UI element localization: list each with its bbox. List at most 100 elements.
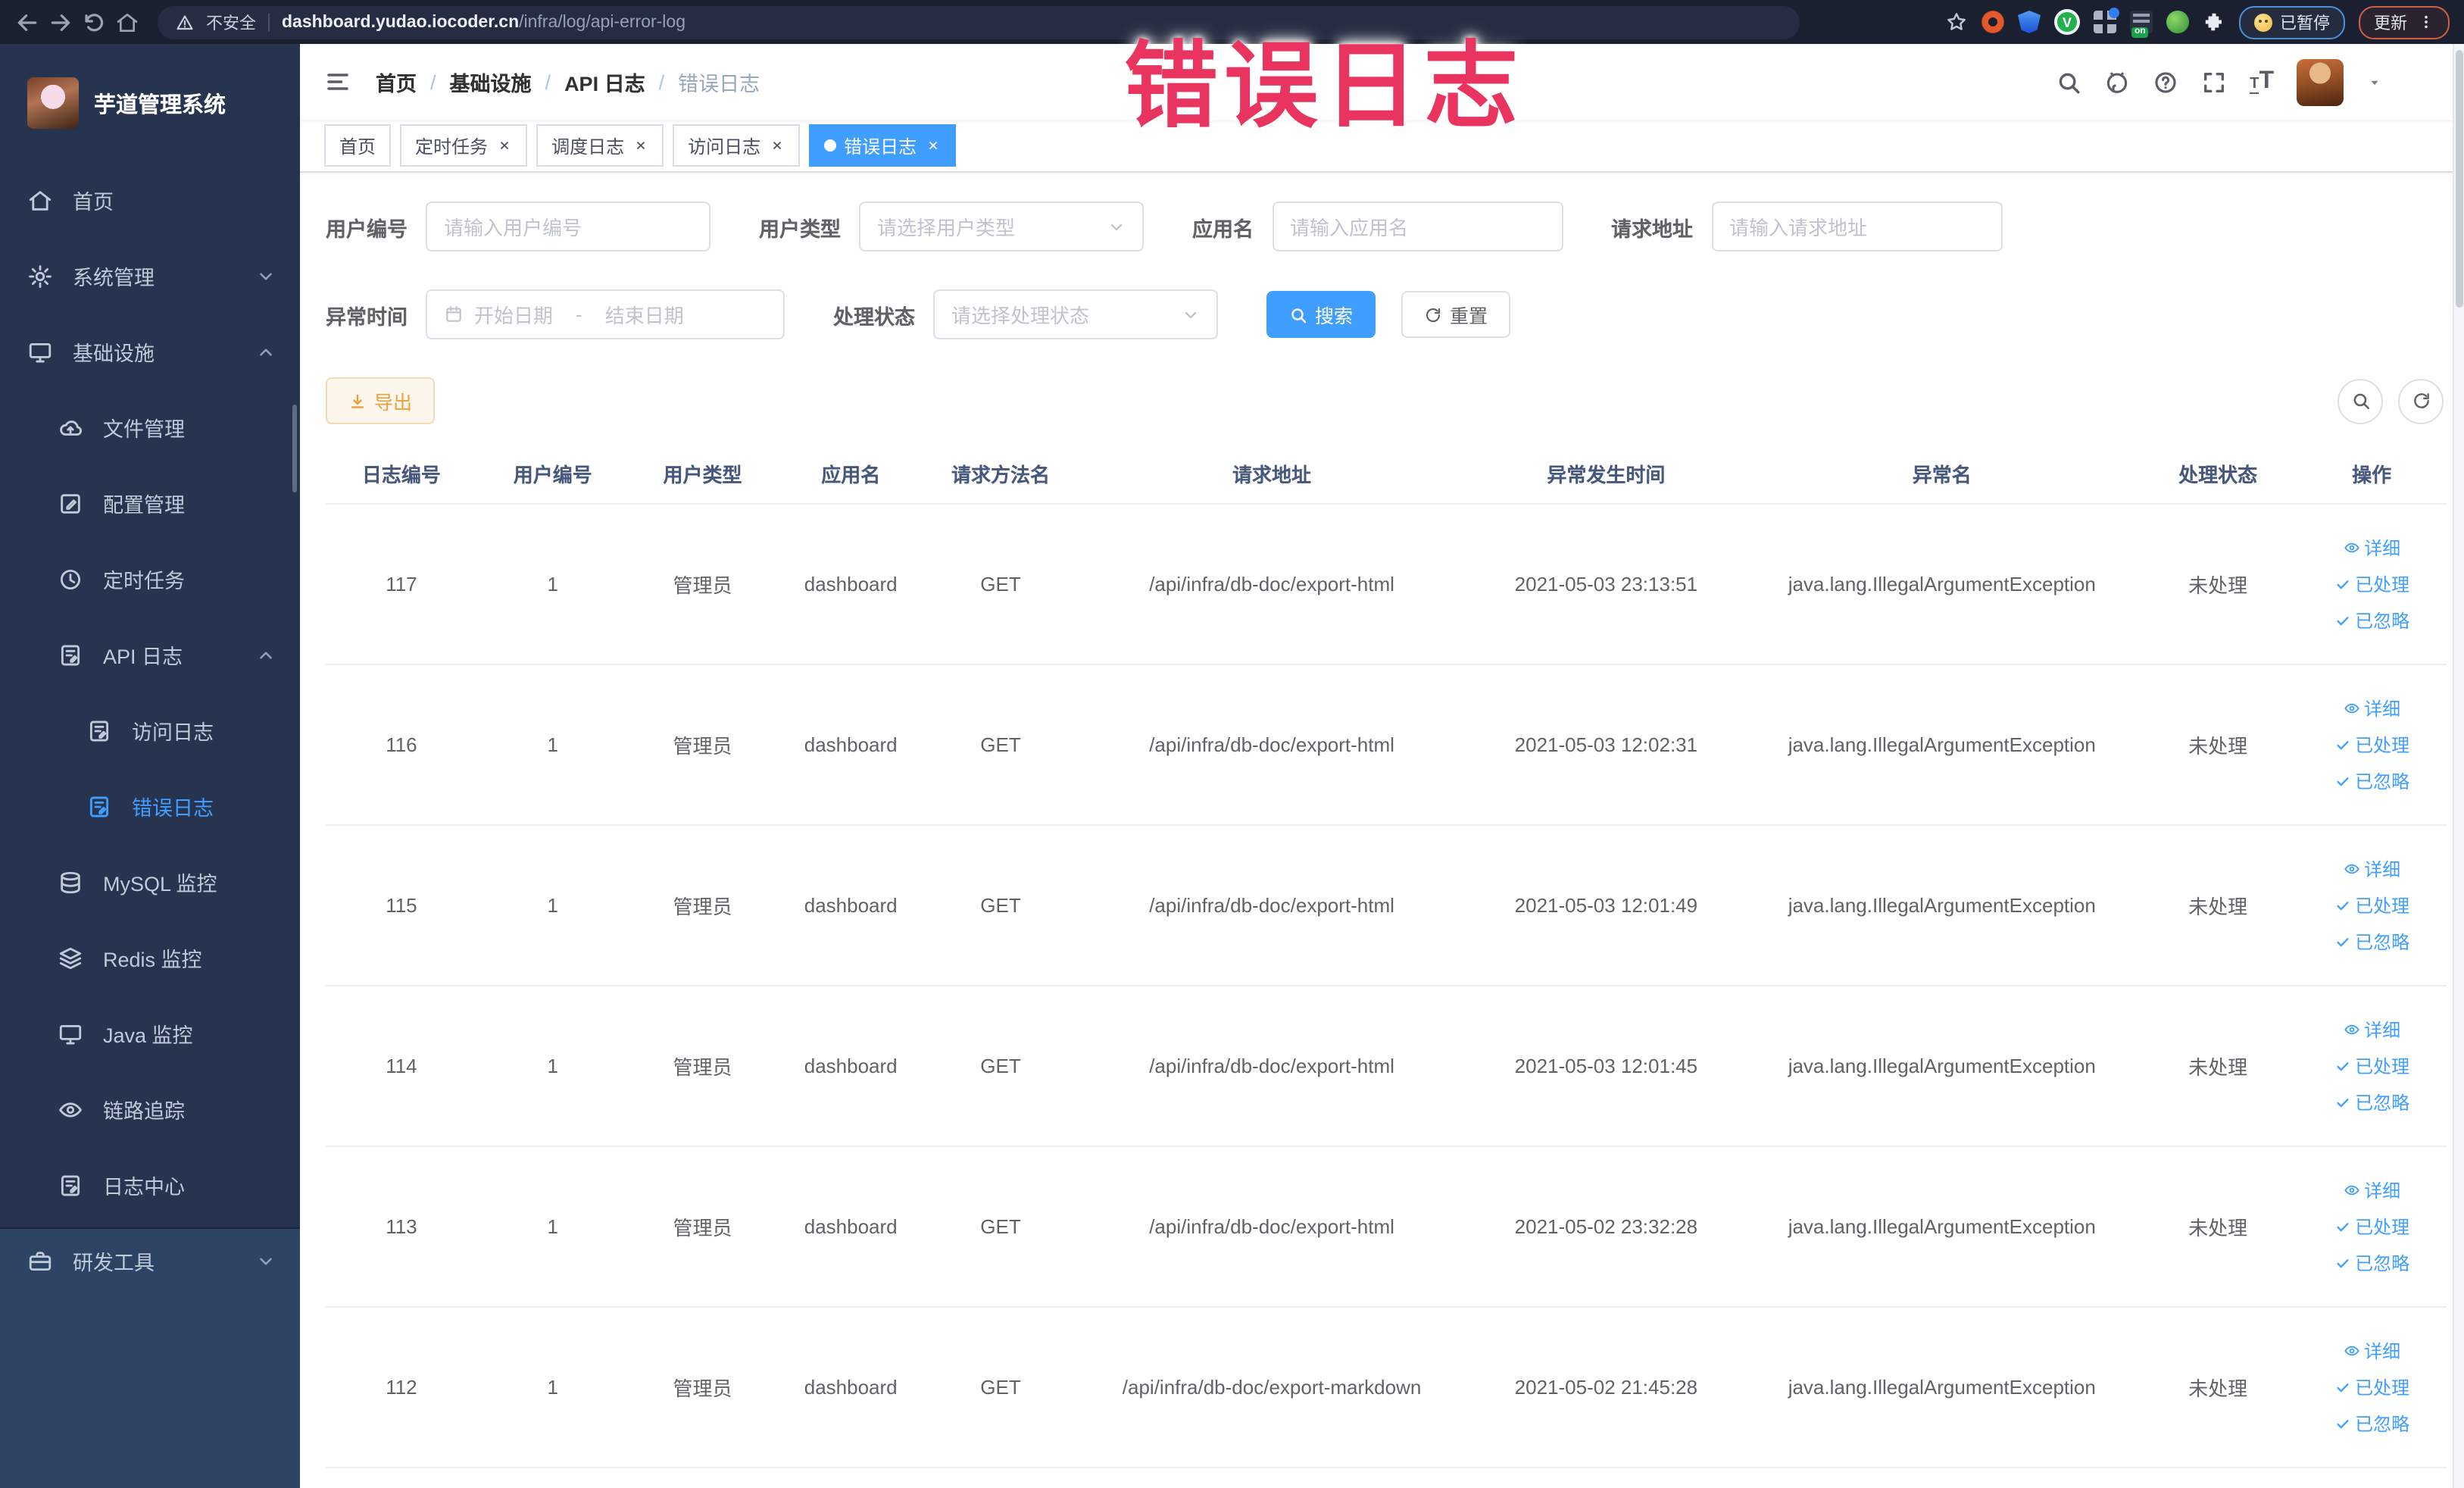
action-processed-link[interactable]: 已处理 bbox=[2334, 892, 2409, 918]
action-detail-link[interactable]: 详细 bbox=[2343, 535, 2400, 561]
sidebar-item-文件管理[interactable]: 文件管理 bbox=[0, 389, 300, 465]
app-name-input[interactable]: 请输入应用名 bbox=[1272, 202, 1563, 252]
user-id-input[interactable]: 请输入用户编号 bbox=[426, 202, 710, 252]
refresh-icon bbox=[2411, 391, 2431, 411]
font-size-icon[interactable]: TT bbox=[2250, 69, 2274, 94]
log-id-cell: 113 bbox=[326, 1146, 477, 1308]
extension-grid-icon[interactable] bbox=[2094, 8, 2119, 33]
extensions-puzzle-icon[interactable] bbox=[2203, 11, 2225, 33]
avatar[interactable] bbox=[2297, 58, 2344, 105]
browser-back-icon[interactable] bbox=[15, 10, 39, 34]
extension-leaf-icon[interactable] bbox=[2166, 11, 2189, 33]
sidebar-item-mysql-监控[interactable]: MySQL 监控 bbox=[0, 844, 300, 920]
user-type-select[interactable]: 请选择用户类型 bbox=[859, 202, 1144, 252]
sidebar-toggle-icon[interactable] bbox=[324, 68, 351, 95]
breadcrumb-item[interactable]: 首页 bbox=[376, 67, 417, 97]
page-scrollbar[interactable] bbox=[2453, 44, 2464, 1488]
action-ignored-link[interactable]: 已忽略 bbox=[2334, 929, 2409, 955]
sidebar-item-java-监控[interactable]: Java 监控 bbox=[0, 996, 300, 1071]
tab-定时任务[interactable]: 定时任务 bbox=[400, 124, 528, 167]
update-button[interactable]: 更新 bbox=[2359, 5, 2450, 39]
process-status-select[interactable]: 请选择处理状态 bbox=[933, 289, 1218, 339]
action-detail-link[interactable]: 详细 bbox=[2343, 1017, 2400, 1043]
close-icon[interactable] bbox=[632, 137, 648, 154]
close-icon[interactable] bbox=[495, 137, 512, 154]
header-search-icon[interactable] bbox=[2056, 69, 2081, 95]
browser-home-icon[interactable] bbox=[115, 10, 139, 34]
main-area: 首页 / 基础设施 / API 日志 / 错误日志 TT 首页 定时任务 调度日志 访问日志 错误日… bbox=[300, 44, 2464, 1488]
sidebar-item-日志中心[interactable]: 日志中心 bbox=[0, 1147, 300, 1223]
action-processed-link[interactable]: 已处理 bbox=[2334, 571, 2409, 597]
fullscreen-icon[interactable] bbox=[2201, 69, 2227, 95]
search-icon bbox=[1289, 305, 1307, 324]
date-range-picker[interactable]: 开始日期 - 结束日期 bbox=[426, 289, 785, 339]
action-ignored-link[interactable]: 已忽略 bbox=[2334, 768, 2409, 794]
close-icon[interactable] bbox=[924, 137, 941, 154]
action-detail-link[interactable]: 详细 bbox=[2343, 856, 2400, 882]
extension-green-v-icon[interactable]: V bbox=[2054, 9, 2080, 35]
sidebar-item-错误日志[interactable]: 错误日志 bbox=[0, 768, 300, 844]
avatar-caret-icon[interactable] bbox=[2366, 73, 2383, 90]
search-button[interactable]: 搜索 bbox=[1266, 291, 1376, 338]
request-url-input[interactable]: 请输入请求地址 bbox=[1711, 202, 2002, 252]
column-header: 应用名 bbox=[776, 442, 926, 505]
browser-menu-icon[interactable] bbox=[2418, 14, 2434, 30]
refresh-table-button[interactable] bbox=[2398, 378, 2444, 424]
tab-调度日志[interactable]: 调度日志 bbox=[536, 124, 664, 167]
url-path: /infra/log/api-error-log bbox=[519, 13, 685, 31]
column-header: 异常名 bbox=[1744, 442, 2139, 505]
tab-访问日志[interactable]: 访问日志 bbox=[673, 124, 801, 167]
sidebar-item-redis-监控[interactable]: Redis 监控 bbox=[0, 920, 300, 996]
sidebar-item-首页[interactable]: 首页 bbox=[0, 162, 300, 238]
scrollbar-thumb[interactable] bbox=[2456, 50, 2463, 308]
sidebar-item-链路追踪[interactable]: 链路追踪 bbox=[0, 1071, 300, 1147]
browser-reload-icon[interactable] bbox=[82, 10, 106, 34]
action-detail-link[interactable]: 详细 bbox=[2343, 1338, 2400, 1364]
security-label[interactable]: 不安全 bbox=[206, 10, 256, 34]
action-processed-link[interactable]: 已处理 bbox=[2334, 1214, 2409, 1239]
address-bar[interactable]: 不安全 dashboard.yudao.iocoder.cn/infra/log… bbox=[158, 5, 1800, 39]
extension-shield-icon[interactable] bbox=[2018, 11, 2041, 33]
breadcrumb-item[interactable]: API 日志 bbox=[564, 67, 645, 97]
sidebar-logo[interactable]: 芋道管理系统 bbox=[0, 44, 300, 162]
action-processed-link[interactable]: 已处理 bbox=[2334, 1053, 2409, 1079]
top-navbar: 首页 / 基础设施 / API 日志 / 错误日志 TT bbox=[300, 44, 2464, 120]
tab-错误日志[interactable]: 错误日志 bbox=[809, 124, 957, 167]
sidebar-item-定时任务[interactable]: 定时任务 bbox=[0, 541, 300, 617]
action-detail-link[interactable]: 详细 bbox=[2343, 1177, 2400, 1203]
sidebar-item-配置管理[interactable]: 配置管理 bbox=[0, 465, 300, 541]
action-ignored-link[interactable]: 已忽略 bbox=[2334, 1089, 2409, 1115]
extension-switch-icon[interactable]: on bbox=[2130, 11, 2153, 38]
action-detail-link[interactable]: 详细 bbox=[2343, 696, 2400, 721]
github-icon[interactable] bbox=[2104, 69, 2130, 95]
table-row: 114 1 管理员 dashboard GET/api/infra/db-doc/exp… bbox=[326, 986, 2447, 1147]
action-ignored-link[interactable]: 已忽略 bbox=[2334, 1250, 2409, 1276]
action-ignored-link[interactable]: 已忽略 bbox=[2334, 608, 2409, 633]
paused-badge[interactable]: 已暂停 bbox=[2239, 5, 2345, 39]
toggle-search-button[interactable] bbox=[2338, 378, 2383, 424]
bookmark-star-icon[interactable] bbox=[1945, 11, 1968, 33]
close-icon[interactable] bbox=[768, 137, 785, 154]
sidebar-item-api-日志[interactable]: API 日志 bbox=[0, 617, 300, 692]
user-type-cell: 管理员 bbox=[628, 504, 777, 665]
reset-button[interactable]: 重置 bbox=[1401, 291, 1511, 338]
exception-name-cell: java.lang.IllegalArgumentException bbox=[1744, 986, 2139, 1147]
page-url[interactable]: dashboard.yudao.iocoder.cn/infra/log/api… bbox=[282, 13, 685, 31]
help-icon[interactable] bbox=[2153, 69, 2178, 95]
tab-首页[interactable]: 首页 bbox=[324, 124, 392, 167]
sidebar-scrollbar[interactable] bbox=[292, 405, 297, 492]
user-id-cell: 1 bbox=[476, 1307, 629, 1468]
action-ignored-link[interactable]: 已忽略 bbox=[2334, 1411, 2409, 1436]
chevron-down-icon bbox=[1107, 217, 1126, 236]
sidebar-item-访问日志[interactable]: 访问日志 bbox=[0, 692, 300, 768]
sidebar-item-研发工具[interactable]: 研发工具 bbox=[0, 1223, 300, 1299]
sidebar-item-系统管理[interactable]: 系统管理 bbox=[0, 238, 300, 314]
extension-orange-icon[interactable] bbox=[1982, 11, 2004, 33]
sidebar-item-基础设施[interactable]: 基础设施 bbox=[0, 314, 300, 389]
action-processed-link[interactable]: 已处理 bbox=[2334, 732, 2409, 758]
tab-label: 调度日志 bbox=[551, 136, 625, 157]
action-processed-link[interactable]: 已处理 bbox=[2334, 1374, 2409, 1400]
browser-forward-icon[interactable] bbox=[48, 10, 73, 34]
breadcrumb-item[interactable]: 基础设施 bbox=[450, 67, 532, 97]
export-button[interactable]: 导出 bbox=[326, 377, 436, 424]
